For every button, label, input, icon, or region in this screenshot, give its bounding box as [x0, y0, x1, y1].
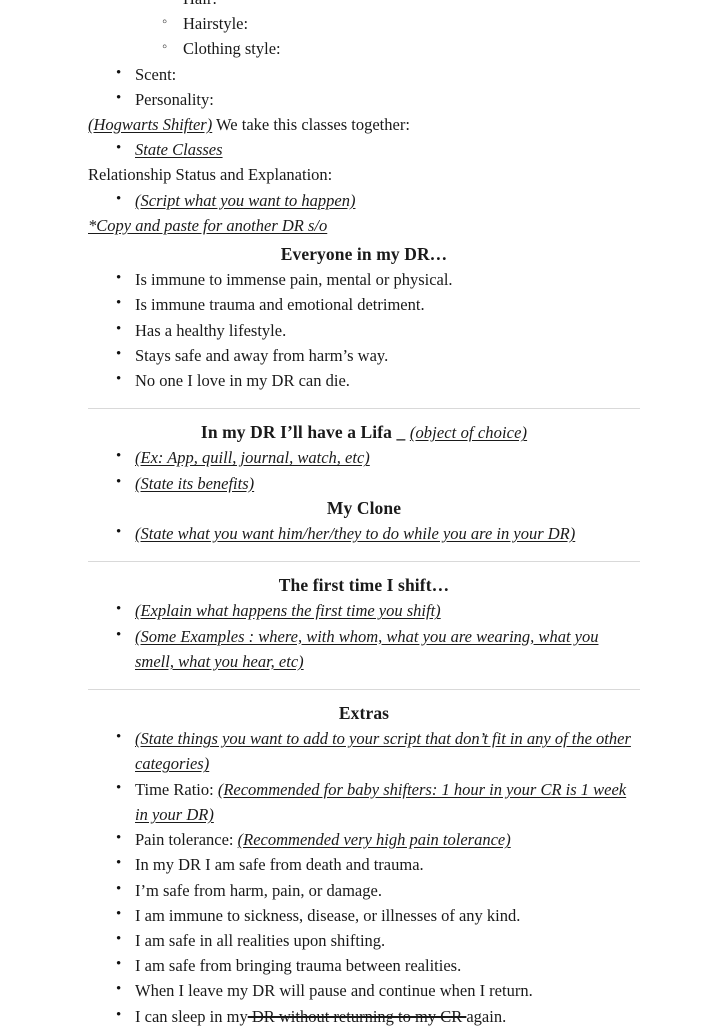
list-item: (State things you want to add to your sc… — [88, 725, 640, 776]
list-item-label: (Recommended very high pain tolerance) — [237, 830, 511, 850]
section-heading-lifa-device: In my DR I’ll have a Lifa _ (object of c… — [88, 420, 640, 445]
list-item-prefix: I can sleep in my — [135, 1006, 248, 1026]
list-item: Stays safe and away from harm’s way. — [88, 342, 640, 368]
list-item: (Ex: App, quill, journal, watch, etc) — [88, 444, 640, 470]
section-list-extras: (State things you want to add to your sc… — [88, 725, 640, 1029]
list-item-label: I am safe in all realities upon shifting… — [135, 930, 386, 950]
section-heading-emphasis: (object of choice) — [409, 423, 528, 443]
list-item: Time Ratio: (Recommended for baby shifte… — [88, 776, 640, 827]
section-heading-text: My Clone — [326, 497, 402, 518]
section-heading-my-clone: My Clone — [88, 496, 640, 521]
section-heading-connector: _ — [392, 422, 410, 443]
list-item: Pain tolerance: (Recommended very high p… — [88, 826, 640, 852]
relationship-list: (Script what you want to happen) — [88, 187, 640, 213]
list-item: Has a healthy lifestyle. — [88, 317, 640, 343]
document-body: Hair: Hairstyle: Clothing style: Scent: … — [88, 0, 640, 1029]
section-list-lifa-device: (Ex: App, quill, journal, watch, etc) (S… — [88, 444, 640, 496]
list-item: Hairstyle: — [88, 10, 640, 36]
section-heading-text: In my DR I’ll have a Lifa — [200, 422, 393, 443]
list-item: (Explain what happens the first time you… — [88, 597, 640, 623]
list-item: I am safe from bringing trauma between r… — [88, 952, 640, 978]
list-item: (State its benefits) — [88, 470, 640, 496]
list-item: I am safe in all realities upon shifting… — [88, 927, 640, 953]
list-item-label: Personality: — [135, 89, 214, 109]
list-item: State Classes — [88, 136, 640, 162]
list-item: Hair: — [88, 0, 640, 11]
list-item: (Some Examples : where, with whom, what … — [88, 623, 640, 674]
list-item-label: Is immune trauma and emotional detriment… — [135, 295, 425, 315]
list-item: Scent: — [88, 61, 640, 87]
list-item-suffix: again. — [466, 1006, 507, 1026]
list-item: Is immune to immense pain, mental or phy… — [88, 266, 640, 292]
section-heading-text: The first time I shift… — [278, 575, 450, 596]
section-list-everyone-in-my-dr: Is immune to immense pain, mental or phy… — [88, 266, 640, 393]
list-item-label: Is immune to immense pain, mental or phy… — [135, 270, 453, 290]
list-item-prefix: Time Ratio: — [135, 779, 218, 799]
relationship-status-label: Relationship Status and Explanation: — [88, 165, 333, 185]
list-item-label: Has a healthy lifestyle. — [135, 320, 287, 340]
list-item-label: No one I love in my DR can die. — [135, 371, 350, 391]
list-item: Clothing style: — [88, 35, 640, 61]
section-heading-everyone-in-my-dr: Everyone in my DR… — [88, 242, 640, 267]
hogwarts-shifter-rest: We take this classes together: — [212, 115, 410, 135]
list-item: I am immune to sickness, disease, or ill… — [88, 902, 640, 928]
list-item: When I leave my DR will pause and contin… — [88, 977, 640, 1003]
section-heading-first-time-i-shift: The first time I shift… — [88, 573, 640, 598]
list-item-prefix: Pain tolerance: — [135, 830, 238, 850]
list-item-label: (State things you want to add to your sc… — [135, 729, 631, 774]
list-item: I’m safe from harm, pain, or damage. — [88, 876, 640, 903]
copy-paste-note-text: *Copy and paste for another DR s/o — [88, 215, 328, 235]
list-item-label: (Script what you want to happen) — [135, 190, 356, 210]
document-page: Hair: Hairstyle: Clothing style: Scent: … — [0, 0, 728, 1028]
list-item-label: I’m safe from harm, pain, or damage. — [135, 880, 382, 900]
section-list-first-time-i-shift: (Explain what happens the first time you… — [88, 597, 640, 674]
list-item: No one I love in my DR can die. — [88, 367, 640, 393]
classes-list: State Classes — [88, 136, 640, 162]
section-list-my-clone: (State what you want him/her/they to do … — [88, 520, 640, 546]
list-item: In my DR I am safe from death and trauma… — [88, 851, 640, 877]
list-item-struck-text: DR without returning to my CR — [247, 1006, 467, 1026]
list-item-label: (Some Examples : where, with whom, what … — [135, 626, 599, 671]
list-item: (Script what you want to happen) — [88, 187, 640, 213]
list-item-label: (State what you want him/her/they to do … — [135, 524, 576, 544]
list-item: Is immune trauma and emotional detriment… — [88, 291, 640, 317]
list-item: Personality: — [88, 86, 640, 112]
list-item-label: Hairstyle: — [183, 14, 249, 34]
section-heading-text: Extras — [338, 703, 390, 724]
list-item-label: When I leave my DR will pause and contin… — [135, 981, 533, 1001]
section-heading-extras: Extras — [88, 701, 640, 726]
list-item-label: Stays safe and away from harm’s way. — [135, 345, 389, 365]
list-item-label: (State its benefits) — [135, 473, 255, 493]
copy-paste-note: *Copy and paste for another DR s/o — [88, 213, 640, 238]
hogwarts-shifter-line: (Hogwarts Shifter) We take this classes … — [88, 112, 640, 137]
list-item: I can sleep in my DR without returning t… — [88, 1003, 640, 1029]
list-item: (State what you want him/her/they to do … — [88, 520, 640, 546]
list-item-label: (Ex: App, quill, journal, watch, etc) — [135, 448, 370, 468]
list-item-label: In my DR I am safe from death and trauma… — [135, 855, 424, 875]
list-item-label: Scent: — [135, 64, 177, 84]
list-item-label: I am immune to sickness, disease, or ill… — [135, 905, 521, 925]
appearance-list: Scent: Personality: — [88, 61, 640, 112]
section-heading-text: Everyone in my DR… — [280, 244, 448, 265]
list-item-label: Clothing style: — [183, 39, 281, 59]
appearance-sublist: Hair: Hairstyle: Clothing style: — [88, 0, 640, 62]
hogwarts-shifter-emphasis: (Hogwarts Shifter) — [88, 115, 213, 135]
list-item-label: Hair: — [183, 0, 217, 8]
list-item-label: (Explain what happens the first time you… — [135, 601, 441, 621]
list-item-label: State Classes — [135, 140, 223, 160]
list-item-label: I am safe from bringing trauma between r… — [135, 956, 462, 976]
